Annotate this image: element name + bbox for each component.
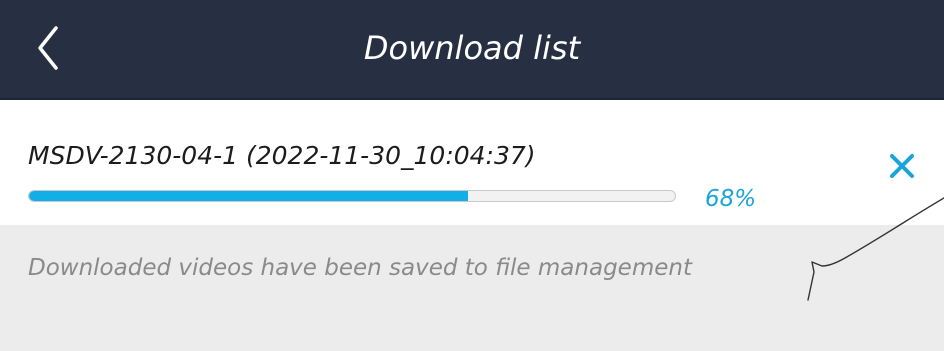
progress-fill: [29, 191, 469, 201]
cancel-download-button[interactable]: [880, 144, 924, 188]
close-icon: [890, 154, 914, 178]
notice-panel: Downloaded videos have been saved to fil…: [0, 225, 944, 351]
progress-percent: 68%: [705, 186, 757, 212]
download-item: MSDV-2130-04-1 (2022-11-30_10:04:37) 68%: [0, 102, 944, 225]
file-name: MSDV-2130-04-1 (2022-11-30_10:04:37): [28, 141, 536, 170]
top-bar: Download list: [0, 0, 944, 100]
progress-bar: [28, 190, 676, 202]
notice-text: Downloaded videos have been saved to fil…: [28, 255, 692, 281]
page-title: Download list: [363, 29, 581, 67]
